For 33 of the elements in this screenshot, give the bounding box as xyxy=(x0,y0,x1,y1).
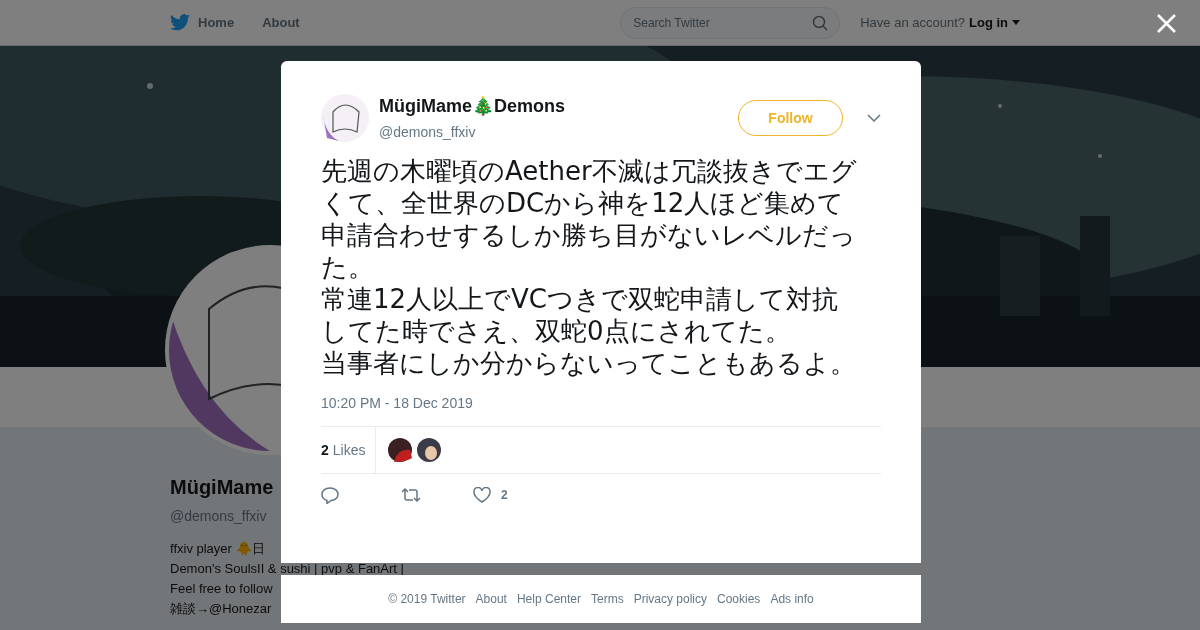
liker-avatar[interactable] xyxy=(388,438,413,462)
bio-line: ffxiv player 🐥日 xyxy=(170,540,265,558)
profile-handle: @demons_ffxiv xyxy=(170,507,267,526)
tweet-timestamp[interactable]: 10:20 PM - 18 Dec 2019 xyxy=(321,393,881,414)
footer-link[interactable]: Cookies xyxy=(717,590,761,608)
footer-link[interactable]: Terms xyxy=(591,590,624,608)
caret-icon xyxy=(1012,20,1020,25)
retweet-icon[interactable] xyxy=(401,488,421,502)
liker-avatar[interactable] xyxy=(417,438,442,462)
bio-line: Feel free to follow xyxy=(170,580,273,598)
nav-link[interactable]: Home xyxy=(198,12,235,33)
footer-link[interactable]: About xyxy=(475,590,507,608)
nav-link[interactable]: About xyxy=(262,12,300,33)
footer-link[interactable]: Help Center xyxy=(516,590,581,608)
close-icon[interactable] xyxy=(1157,14,1176,33)
footer-link[interactable]: Ads info xyxy=(770,590,814,608)
search-field[interactable]: Search Twitter xyxy=(620,6,841,39)
login-link[interactable]: Log in xyxy=(969,12,1020,33)
author-handle[interactable]: @demons_ffxiv xyxy=(379,122,738,143)
search-icon[interactable] xyxy=(812,14,829,31)
profile-name: MügiMame xyxy=(170,475,274,500)
tweet-text: 先週の木曜頃のAether不滅は冗談抜きでエグくて、全世界のDCから神を12人ほど集めて申請合わせするしか勝ち目がないレベルだった。 常連12人以上でVCつきで双蛇申請して対抗してた時でさえ、双蛇0点にされてた。 当事者にしか分からないってこともあるよ。 xyxy=(321,155,858,379)
reply-icon[interactable] xyxy=(321,486,339,504)
account-prompt: Have an account? xyxy=(860,13,965,32)
author-name[interactable]: MügiMame🎄Demons xyxy=(379,93,738,120)
heart-icon[interactable] xyxy=(473,487,491,503)
bio-line: 雑談→@Honezar xyxy=(170,600,272,618)
copyright-text: © 2019 Twitter xyxy=(388,591,466,608)
author-avatar[interactable] xyxy=(321,94,369,142)
footer-link[interactable]: Privacy policy xyxy=(633,590,707,608)
chevron-down-icon[interactable] xyxy=(867,114,881,122)
likes-count-link[interactable]: 2 Likes xyxy=(321,427,377,473)
like-count: 2 xyxy=(501,487,508,504)
